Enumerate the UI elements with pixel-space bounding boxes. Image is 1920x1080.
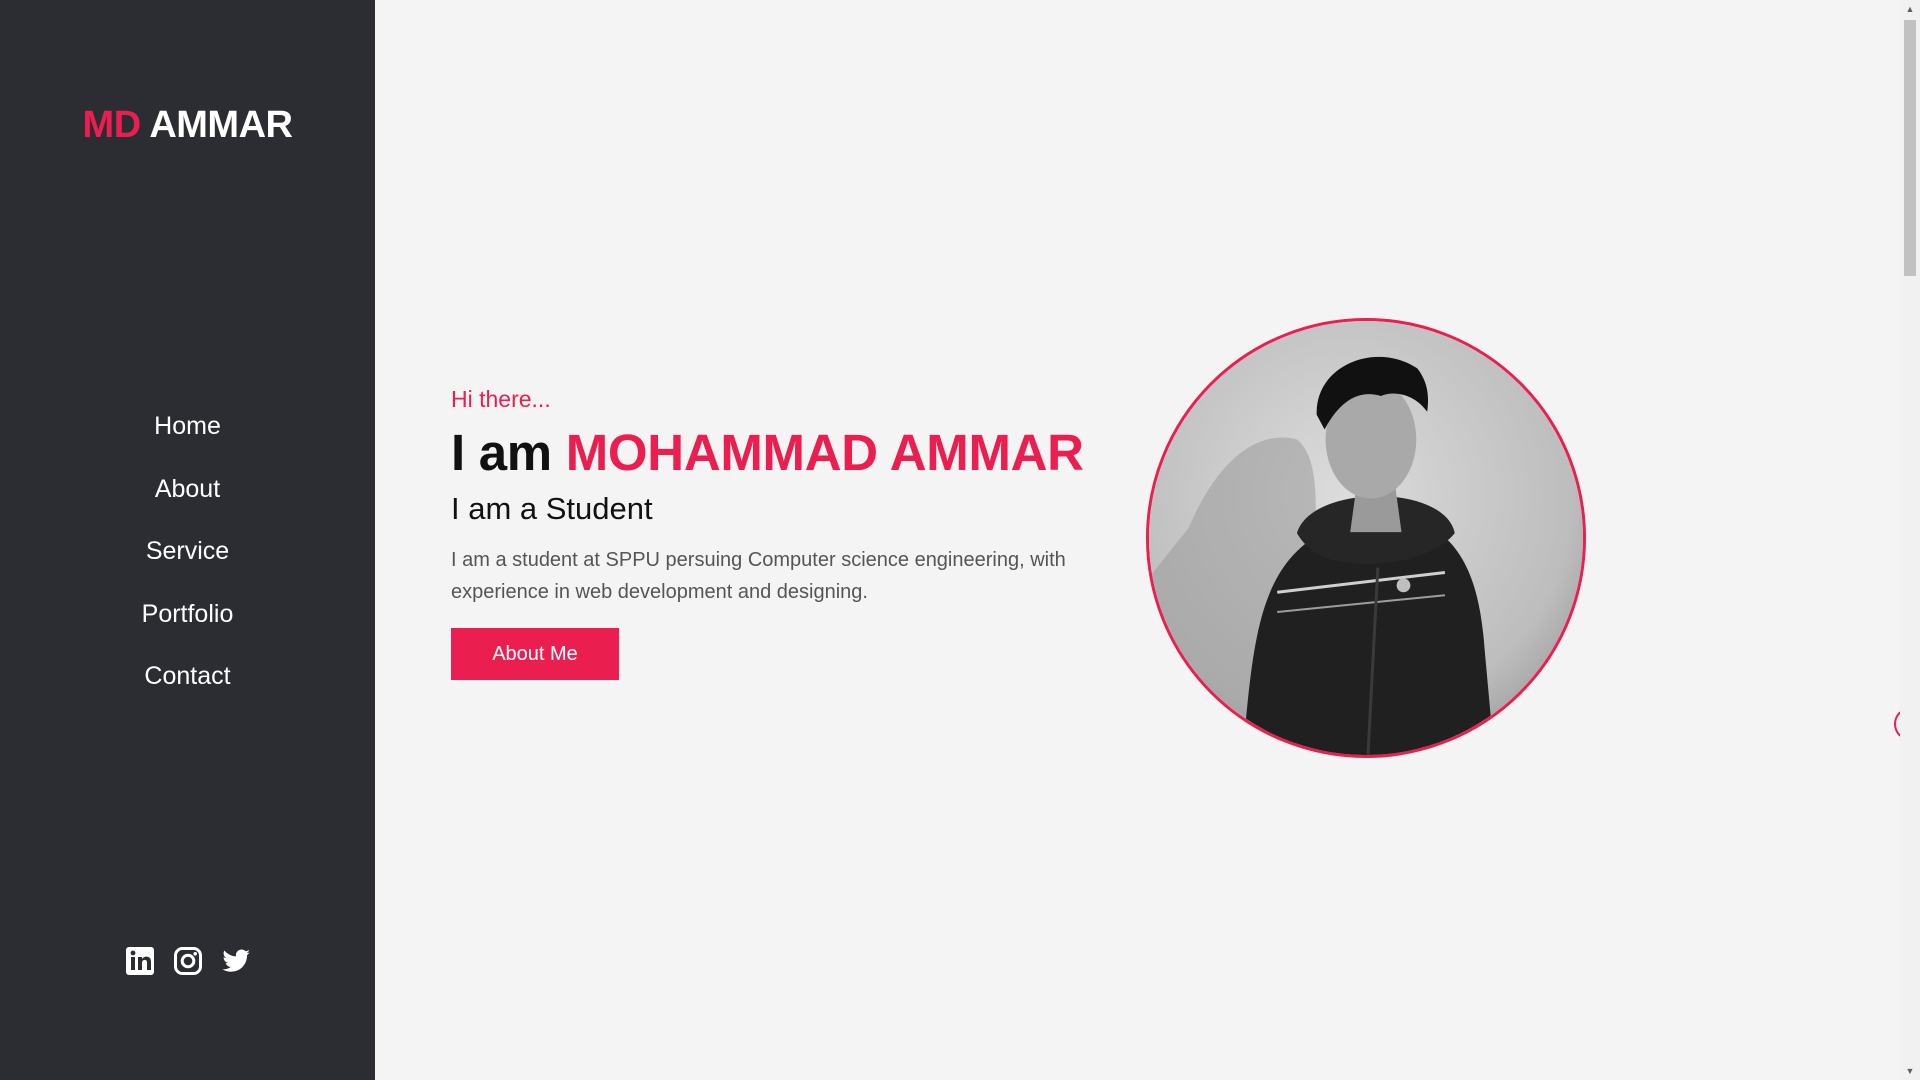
hero-section: Hi there... I am MOHAMMAD AMMAR I am a S… (451, 386, 1131, 680)
sidebar: MD AMMAR Home About Service Portfolio Co… (0, 0, 375, 1080)
hero-greeting: Hi there... (451, 386, 551, 412)
about-me-button[interactable]: About Me (451, 628, 619, 680)
nav-link-about[interactable]: About (155, 475, 220, 503)
logo-text: AMMAR (149, 104, 293, 146)
scroll-down-arrow-icon[interactable]: ▼ (1900, 1062, 1920, 1080)
hero-title: I am MOHAMMAD AMMAR (451, 423, 1131, 483)
site-logo[interactable]: MD AMMAR (0, 104, 375, 147)
social-links (0, 946, 375, 976)
main-content: Hi there... I am MOHAMMAD AMMAR I am a S… (375, 0, 1900, 1080)
twitter-icon[interactable] (221, 946, 251, 976)
nav-item-contact: Contact (0, 656, 375, 719)
nav-link-home[interactable]: Home (154, 412, 221, 440)
logo-accent: MD (82, 104, 142, 146)
hero-description: I am a student at SPPU persuing Computer… (451, 549, 1066, 603)
hero-name: MOHAMMAD AMMAR (565, 424, 1084, 481)
linkedin-icon[interactable] (125, 946, 155, 976)
instagram-icon[interactable] (173, 946, 203, 976)
nav-link-contact[interactable]: Contact (144, 662, 230, 690)
scroll-up-arrow-icon[interactable]: ▲ (1900, 0, 1920, 18)
profile-photo-image (1149, 321, 1583, 755)
page: MD AMMAR Home About Service Portfolio Co… (0, 0, 1920, 1080)
hero-title-prefix: I am (451, 424, 552, 481)
nav-item-portfolio: Portfolio (0, 594, 375, 657)
main-nav: Home About Service Portfolio Contact (0, 406, 375, 719)
page-scrollbar[interactable]: ▲ ▼ (1900, 0, 1920, 1080)
hero-subtitle: I am a Student (451, 491, 653, 526)
nav-item-home: Home (0, 406, 375, 469)
nav-link-service[interactable]: Service (146, 537, 229, 565)
profile-photo (1146, 318, 1586, 758)
nav-item-about: About (0, 469, 375, 532)
scroll-thumb[interactable] (1904, 20, 1916, 276)
nav-link-portfolio[interactable]: Portfolio (142, 600, 234, 628)
nav-item-service: Service (0, 531, 375, 594)
